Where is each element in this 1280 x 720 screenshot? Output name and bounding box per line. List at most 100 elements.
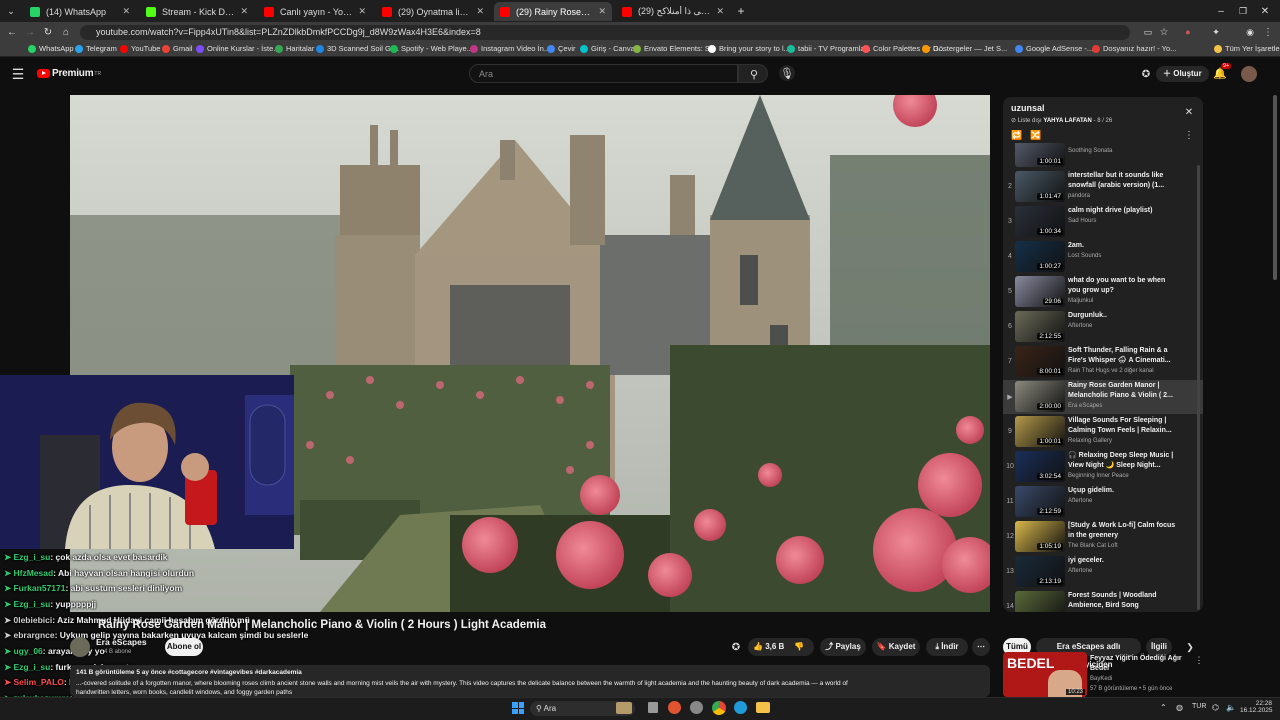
tab-playlists[interactable]: (29) Oynatma listeleri - YouTube ✕ xyxy=(376,2,490,21)
close-icon[interactable]: ✕ xyxy=(476,6,484,17)
file-explorer-icon[interactable] xyxy=(756,702,770,713)
rec-channel[interactable]: BayKedi xyxy=(1090,676,1112,682)
playlist-item[interactable]: 5 29:06 what do you want to be when you gr… xyxy=(1003,275,1203,309)
create-button[interactable]: ＋ Oluştur xyxy=(1156,66,1209,82)
dislike-icon[interactable]: 👎 xyxy=(794,638,804,656)
search-button[interactable]: ⚲ xyxy=(738,64,768,83)
channel-avatar[interactable] xyxy=(70,637,90,657)
chrome-icon[interactable] xyxy=(712,701,726,715)
subscribe-button[interactable]: Abone ol xyxy=(165,638,203,656)
channel-name[interactable]: Era eScapes xyxy=(96,637,147,647)
network-icon[interactable]: ⌬ xyxy=(1212,703,1219,712)
app-icon-2[interactable] xyxy=(690,701,703,714)
close-icon[interactable]: ✕ xyxy=(716,6,724,17)
playlist-item[interactable]: 1:00:01 Soothing Sonata xyxy=(1003,143,1203,169)
shuffle-icon[interactable]: 🔀 xyxy=(1030,129,1042,141)
bookmark-item[interactable]: Çevir xyxy=(547,44,576,53)
save-button[interactable]: 🔖 Kaydet xyxy=(872,638,920,656)
close-icon[interactable]: ✕ xyxy=(598,6,606,17)
forward-arrow-icon[interactable]: → xyxy=(24,25,36,39)
youtube-premium-logo[interactable]: Premium TR xyxy=(37,68,101,79)
playlist-menu-icon[interactable]: ⋮ xyxy=(1183,129,1195,141)
minimize-icon[interactable]: – xyxy=(1214,4,1228,18)
tab-search-icon[interactable]: ⌄ xyxy=(4,4,18,18)
hamburger-menu-icon[interactable]: ☰ xyxy=(10,66,26,82)
bookmark-item[interactable]: Tüm Yer İşaretleri xyxy=(1214,44,1280,53)
bookmark-item[interactable]: Dosyanız hazır! - Yo... xyxy=(1092,44,1176,53)
more-actions-button[interactable]: ⋯ xyxy=(972,638,990,656)
tab-whatsapp[interactable]: (14) WhatsApp ✕ xyxy=(24,2,136,21)
playlist-item[interactable]: 10 3:02:54 🎧 Relaxing Deep Sleep Music | V… xyxy=(1003,450,1203,484)
bookmark-item[interactable]: YouTube xyxy=(120,44,160,53)
playlist-item[interactable]: 9 1:00:01 Village Sounds For Sleeping | Ca… xyxy=(1003,415,1203,449)
loop-icon[interactable]: 🔁 xyxy=(1011,129,1023,141)
profile-icon[interactable]: ◉ xyxy=(1244,25,1256,39)
close-icon[interactable]: ✕ xyxy=(1183,106,1195,118)
playlist-item[interactable]: 2 1:01:47 interstellar but it sounds like … xyxy=(1003,170,1203,204)
microphone-icon[interactable]: 🎙 xyxy=(779,65,795,81)
maximize-icon[interactable]: ❐ xyxy=(1236,4,1250,18)
playlist-item[interactable]: 3 1:00:34 calm night drive (playlist) Sad H… xyxy=(1003,205,1203,239)
playlist-item[interactable]: 7 8:00:01 Soft Thunder, Falling Rain & a F… xyxy=(1003,345,1203,379)
tab-arabic[interactable]: (29) واسمئ تلنى ذا أمنلاكح... be ✕ xyxy=(616,2,730,21)
bookmark-item[interactable]: Gmail xyxy=(162,44,193,53)
edge-icon[interactable] xyxy=(734,701,747,714)
playlist-item[interactable]: 11 2:12:59 Uçup gidelim. Aftertone xyxy=(1003,485,1203,519)
close-window-icon[interactable]: ✕ xyxy=(1258,4,1272,18)
url-field[interactable]: youtube.com/watch?v=Fipp4xUTin8&list=PLZ… xyxy=(80,25,1130,40)
tray-app-icon[interactable]: ◍ xyxy=(1176,703,1183,712)
star-icon[interactable]: ☆ xyxy=(1158,25,1170,39)
bookmark-item[interactable]: WhatsApp xyxy=(28,44,74,53)
premium-sparkle-icon[interactable]: ✪ xyxy=(730,641,742,653)
bookmark-item[interactable]: Haritalar xyxy=(275,44,314,53)
bookmark-item[interactable]: Google AdSense -... xyxy=(1015,44,1093,53)
like-button[interactable]: 👍 3,6 B xyxy=(753,642,784,651)
rec-thumbnail[interactable]: BEDEL 10:23 xyxy=(1003,652,1087,697)
cast-icon[interactable]: ▭ xyxy=(1142,25,1154,39)
tab-youtube-studio[interactable]: Canlı yayın - YouTube Studio ✕ xyxy=(258,2,372,21)
input-language[interactable]: TUR xyxy=(1192,703,1206,710)
puzzle-icon[interactable]: ✦ xyxy=(1210,25,1222,39)
close-icon[interactable]: ✕ xyxy=(240,6,248,17)
app-icon-1[interactable] xyxy=(668,701,681,714)
playlist-item[interactable]: 143:00:00Forest Sounds | Woodland Ambien… xyxy=(1003,590,1203,612)
bookmark-item[interactable]: Online Kurslar - İste... xyxy=(196,44,280,53)
extension-icon[interactable]: ● xyxy=(1182,25,1194,39)
windows-start-icon[interactable] xyxy=(512,702,524,714)
clock[interactable]: 22:28 16.12.2025 xyxy=(1240,700,1273,714)
description-box[interactable]: 141 B görüntüleme 5 ay önce #cottagecore… xyxy=(70,665,990,697)
search-input[interactable]: Ara xyxy=(469,64,738,83)
bookmark-item[interactable]: Envato Elements: S... xyxy=(633,44,716,53)
share-button[interactable]: ⤴ Paylaş xyxy=(820,638,866,656)
download-button[interactable]: ⤓ İndir xyxy=(926,638,968,656)
volume-icon[interactable]: 🔈 xyxy=(1226,703,1236,712)
home-icon[interactable]: ⌂ xyxy=(60,25,72,39)
bookmark-item[interactable]: Giriş - Canva xyxy=(580,44,635,53)
tab-kick[interactable]: Stream - Kick Dashboard ✕ xyxy=(140,2,254,21)
premium-badge-icon[interactable]: ✪ xyxy=(1139,67,1153,81)
rec-title[interactable]: Feyyaz Yiğit'in Ödediği Ağır Bedel xyxy=(1090,654,1190,674)
chevron-right-icon[interactable]: ❯ xyxy=(1184,641,1196,653)
playlist-item[interactable]: 4 1:00:27 2am. Lost Sounds xyxy=(1003,240,1203,274)
bookmark-item[interactable]: 3D Scanned Soil Gr... xyxy=(316,44,399,53)
page-scrollbar[interactable] xyxy=(1273,95,1277,280)
close-icon[interactable]: ✕ xyxy=(122,6,130,17)
avatar[interactable] xyxy=(1241,66,1257,82)
new-tab-plus-icon[interactable]: + xyxy=(734,4,748,18)
task-view-icon[interactable] xyxy=(648,702,658,713)
widget-icon[interactable] xyxy=(616,702,632,714)
playlist-item[interactable]: 13 2:13:19 iyi geceler. Aftertone xyxy=(1003,555,1203,589)
playlist-item[interactable]: ▶ 2:00:00 Rainy Rose Garden Manor | Melanc… xyxy=(1003,380,1203,414)
menu-dots-icon[interactable]: ⋮ xyxy=(1262,25,1274,39)
playlist-owner[interactable]: YAHYA LAFATAN xyxy=(1043,118,1091,124)
reload-icon[interactable]: ↻ xyxy=(42,25,54,39)
bookmark-item[interactable]: Bring your story to l... xyxy=(708,44,790,53)
close-icon[interactable]: ✕ xyxy=(358,6,366,17)
bookmark-item[interactable]: tabii - TV Programla... xyxy=(787,44,871,53)
bookmark-item[interactable]: Telegram xyxy=(75,44,117,53)
playlist-scrollbar[interactable] xyxy=(1197,165,1200,610)
playlist-item[interactable]: 12 1:05:19 [Study & Work Lo-fi] Calm focus… xyxy=(1003,520,1203,554)
back-arrow-icon[interactable]: ← xyxy=(6,25,18,39)
tray-chevron-icon[interactable]: ⌃ xyxy=(1160,703,1167,712)
bookmark-item[interactable]: Instagram Video İn... xyxy=(470,44,550,53)
